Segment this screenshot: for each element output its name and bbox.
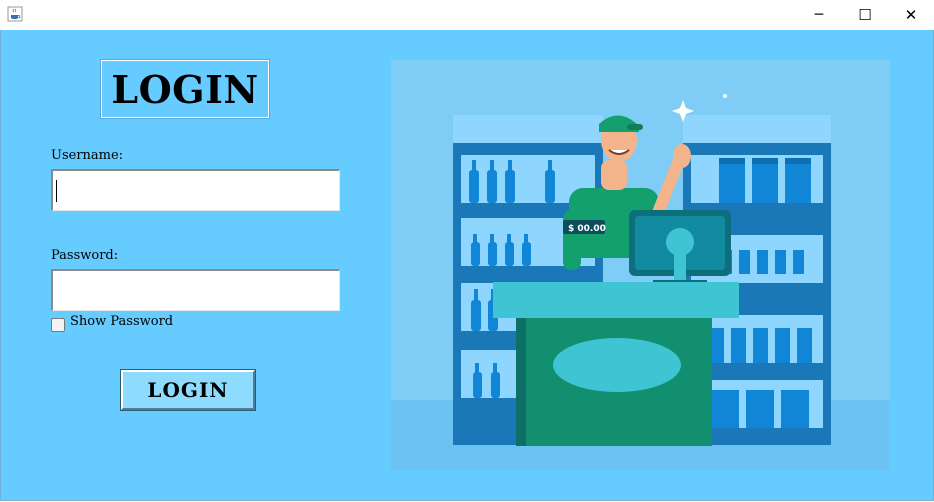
price-tag: $ 00.00 [568,224,606,234]
maximize-button[interactable]: ☐ [842,0,888,30]
username-label: Username: [51,148,124,163]
maximize-icon: ☐ [858,6,872,24]
minimize-icon: ─ [814,7,824,23]
text-caret [56,180,57,202]
close-icon: ✕ [904,6,918,24]
cashier-illustration: $ 00.00 [391,60,890,470]
close-button[interactable]: ✕ [888,0,934,30]
checkout-counter [493,282,739,446]
login-heading: LOGIN [111,66,259,112]
password-label: Password: [51,248,119,263]
show-password-label[interactable]: Show Password [70,314,173,329]
java-cup-icon [7,6,23,22]
title-bar: ─ ☐ ✕ [0,0,934,30]
show-password-checkbox[interactable] [51,318,65,332]
login-button[interactable]: LOGIN [120,369,256,411]
password-field[interactable] [51,269,340,311]
login-panel: LOGIN Username: Password: Show Password … [0,30,934,501]
minimize-button[interactable]: ─ [796,0,842,30]
login-heading-box: LOGIN [100,59,270,119]
username-field[interactable] [51,169,340,211]
